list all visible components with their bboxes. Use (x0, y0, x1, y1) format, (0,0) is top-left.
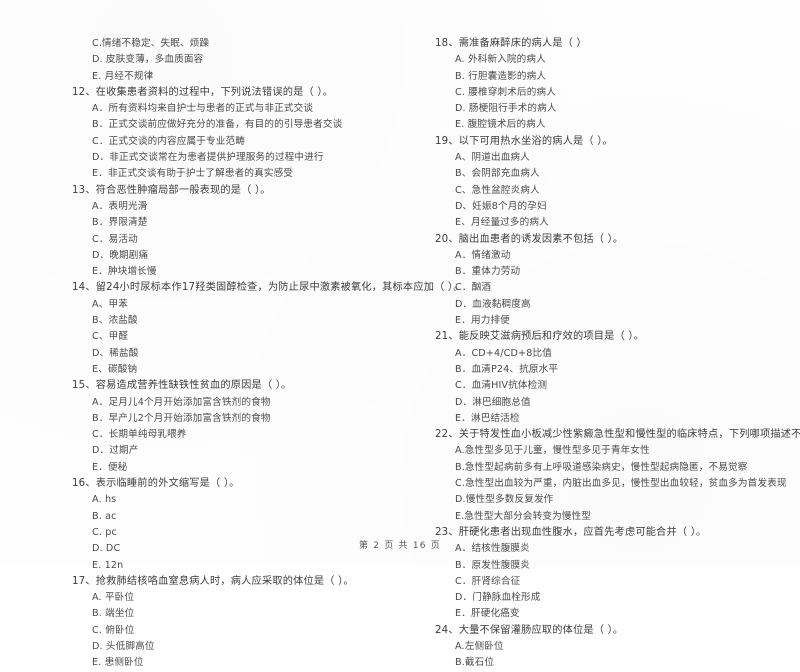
option-item: C．易活动 (92, 233, 138, 245)
option-item: A、甲苯 (92, 298, 128, 310)
option-item: B．原发性腹膜炎 (455, 559, 530, 571)
right-column: 18、需准备麻醉床的病人是（ ） A. 外科新入院的病人 B. 行胆囊造影的病人… (435, 36, 800, 672)
option-item: A. 外科新入院的病人 (455, 54, 546, 66)
question-stem: 13、符合恶性肿瘤局部一般表现的是（ ）。 (72, 184, 271, 196)
option-item: D．淋巴细胞总值 (455, 396, 531, 408)
option-item: C．长期单纯母乳喂养 (92, 429, 187, 441)
question-block: 21、能反映艾滋病预后和疗效的项目是（ ）。 A．CD+4/CD+8比值 B．血… (435, 329, 800, 427)
option-item: B．界限清楚 (92, 217, 148, 229)
option-item: A.左侧卧位 (455, 640, 504, 652)
option-item: C.情绪不稳定、失眠、烦躁 (92, 38, 210, 49)
exam-page: C.情绪不稳定、失眠、烦躁 D. 皮肤变薄，多血质面容 E. 月经不规律 12、… (0, 0, 800, 668)
option-item: D．晚期剧痛 (92, 249, 149, 261)
option-item: B. 行胆囊造影的病人 (455, 70, 547, 82)
option-item: B．早产儿2个月开始添加富含铁剂的食物 (92, 412, 271, 424)
option-item: B．正式交谈前应做好充分的准备，有目的的引导患者交谈 (92, 119, 343, 131)
option-item: D、妊娠8个月的孕妇 (455, 200, 547, 212)
question-stem: 16、表示临睡前的外文缩写是（ ）。 (72, 478, 240, 490)
option-item: A. hs (92, 494, 117, 506)
option-item: E．用力排便 (455, 315, 510, 327)
option-item: D. 头低脚高位 (92, 640, 155, 652)
question-stem: 19、以下可用热水坐浴的病人是（ ）。 (435, 135, 613, 147)
question-block: 14、留24小时尿标本作17羟类固醇检查，为防止尿中激素被氧化，其标本应加（ ）… (72, 280, 464, 378)
option-item: C．肝肾综合征 (455, 575, 521, 587)
option-item: B.截石位 (455, 657, 495, 669)
option-item: E．淋巴结活检 (455, 412, 520, 424)
option-item: E.急性型大部分会转变为慢性型 (455, 510, 592, 522)
option-item: D．非正式交谈常在为患者提供护理服务的过程中进行 (92, 152, 324, 164)
question-stem: 14、留24小时尿标本作17羟类固醇检查，为防止尿中激素被氧化，其标本应加（ ）… (72, 282, 464, 294)
option-item: B、会阴部充血病人 (455, 168, 540, 180)
option-item: C.急性型出血较为严重，内脏出血多见，慢性型出血较轻，贫血多为首发表现 (455, 478, 787, 490)
question-stem: 18、需准备麻醉床的病人是（ ） (435, 38, 587, 49)
question-block: 22、关于特发性血小板减少性紫癜急性型和慢性型的临床特点，下列哪项描述不妥（ ）… (435, 427, 800, 525)
question-stem: 15、容易造成营养性缺铁性贫血的原因是（ ）。 (72, 380, 292, 392)
question-stem: 24、大量不保留灌肠应取的体位是（ ）。 (435, 624, 624, 636)
option-item: E、碳酸钠 (92, 363, 138, 375)
option-item: D．血液黏稠度高 (455, 298, 531, 310)
option-item: E. 腹腔镜术后的病人 (455, 119, 546, 131)
option-item: D．过期产 (92, 445, 139, 457)
option-item: C、甲醛 (92, 331, 129, 343)
option-item: B．重体力劳动 (455, 266, 521, 278)
question-stem: 21、能反映艾滋病预后和疗效的项目是（ ）。 (435, 331, 645, 343)
two-column-body: C.情绪不稳定、失眠、烦躁 D. 皮肤变薄，多血质面容 E. 月经不规律 12、… (0, 36, 800, 672)
option-item: C、急性盆腔炎病人 (455, 184, 540, 196)
question-stem: 12、在收集患者资料的过程中，下列说法错误的是（ ）。 (72, 86, 333, 98)
option-item: A. 平卧位 (92, 592, 135, 604)
option-item: E．肝硬化癌变 (455, 608, 520, 620)
question-stem: 17、抢救肺结核咯血窒息病人时，病人应采取的体位是（ ）。 (72, 575, 354, 587)
question-block: 20、脑出血患者的诱发因素不包括（ ）。 A．情绪激动 B．重体力劳动 C．酗酒… (435, 232, 800, 330)
option-item: D.慢性型多数反复发作 (455, 494, 554, 506)
option-item: B、浓盐酸 (92, 315, 138, 327)
option-item: C．血清HIV抗体检测 (455, 380, 548, 392)
question-block: 17、抢救肺结核咯血窒息病人时，病人应采取的体位是（ ）。 A. 平卧位 B. … (72, 574, 422, 672)
question-block: 16、表示临睡前的外文缩写是（ ）。 A. hs B. ac C. pc D. … (72, 476, 422, 574)
page-footer: 第 2 页 共 16 页 (359, 541, 441, 551)
option-item: B. ac (92, 510, 117, 522)
question-block: 15、容易造成营养性缺铁性贫血的原因是（ ）。 A．足月儿4个月开始添加富含铁剂… (72, 378, 422, 476)
question-stem: 20、脑出血患者的诱发因素不包括（ ）。 (435, 233, 624, 245)
question-block: 18、需准备麻醉床的病人是（ ） A. 外科新入院的病人 B. 行胆囊造影的病人… (435, 36, 800, 134)
option-item: A．足月儿4个月开始添加富含铁剂的食物 (92, 396, 271, 408)
option-item: A．所有资料均来自护士与患者的正式与非正式交谈 (92, 103, 314, 115)
option-item: B.急性型起病前多有上呼吸道感染病史，慢性型起病隐匿，不易觉察 (455, 461, 748, 473)
option-item: D、稀盐酸 (92, 347, 139, 359)
option-item: D．门静脉血栓形成 (455, 592, 541, 604)
option-item: A．情绪激动 (455, 249, 511, 261)
option-item: C. 腰椎穿刺术后的病人 (455, 86, 556, 98)
option-item: C．正式交谈的内容应属于专业范畴 (92, 135, 246, 147)
option-item: E、月经量过多的病人 (455, 217, 549, 229)
question-block: 19、以下可用热水坐浴的病人是（ ）。 A、阴道出血病人 B、会阴部充血病人 C… (435, 134, 800, 232)
option-item: A．CD+4/CD+8比值 (455, 347, 552, 359)
question-block: C.情绪不稳定、失眠、烦躁 D. 皮肤变薄，多血质面容 E. 月经不规律 (72, 36, 422, 85)
option-item: E. 12n (92, 559, 124, 571)
option-item: E．肿块增长慢 (92, 266, 157, 278)
option-item: E. 月经不规律 (92, 70, 154, 82)
option-item: E．非正式交谈有助于护士了解患者的真实感受 (92, 168, 294, 180)
option-item: B．血清P24、抗原水平 (455, 363, 559, 375)
option-item: E．便秘 (92, 461, 128, 473)
option-item: C. 俯卧位 (92, 624, 135, 636)
question-block: 24、大量不保留灌肠应取的体位是（ ）。 A.左侧卧位 B.截石位 (435, 623, 800, 672)
question-block: 13、符合恶性肿瘤局部一般表现的是（ ）。 A．表明光滑 B．界限清楚 C．易活… (72, 183, 422, 281)
option-item: A．表明光滑 (92, 200, 148, 212)
option-item: A.急性型多见于儿童，慢性型多见于青年女性 (455, 445, 650, 457)
option-item: B. 端坐位 (92, 608, 135, 620)
option-item: A、阴道出血病人 (455, 152, 530, 164)
option-item: E. 患侧卧位 (92, 657, 144, 669)
left-column: C.情绪不稳定、失眠、烦躁 D. 皮肤变薄，多血质面容 E. 月经不规律 12、… (72, 36, 464, 672)
question-stem: 22、关于特发性血小板减少性紫癜急性型和慢性型的临床特点，下列哪项描述不妥（ ） (435, 429, 800, 441)
question-block: 12、在收集患者资料的过程中，下列说法错误的是（ ）。 A．所有资料均来自护士与… (72, 85, 422, 183)
option-item: D. 皮肤变薄，多血质面容 (92, 54, 204, 66)
option-item: C．酗酒 (455, 282, 492, 294)
option-item: D. 肠梗阻行手术的病人 (455, 103, 557, 115)
